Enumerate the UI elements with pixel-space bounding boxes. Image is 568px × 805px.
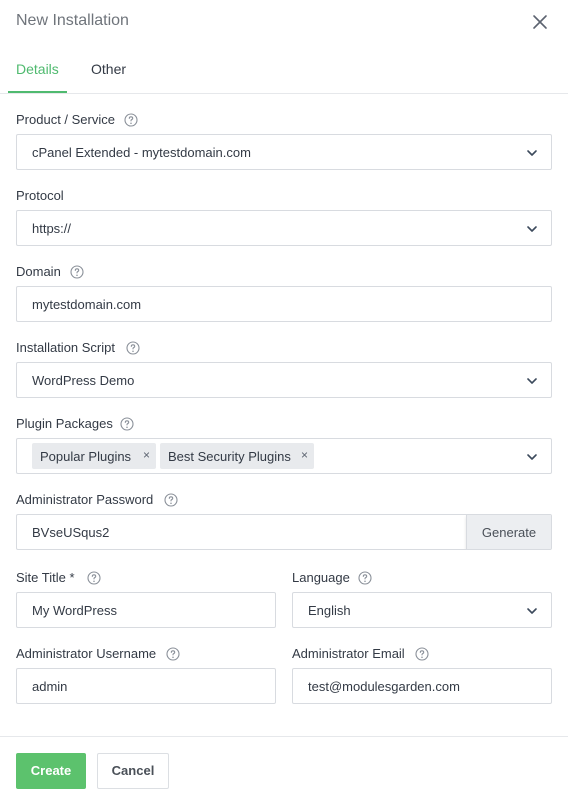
protocol-value: https:// — [32, 221, 72, 236]
help-icon[interactable] — [87, 571, 101, 585]
domain-value: mytestdomain.com — [32, 297, 142, 312]
installation-script-label: Installation Script — [16, 340, 115, 355]
tab-details[interactable]: Details — [16, 61, 59, 77]
admin-password-value: BVseUSqus2 — [32, 525, 110, 540]
installation-script-select[interactable]: WordPress Demo — [16, 362, 552, 398]
admin-password-input[interactable]: BVseUSqus2 Generate — [16, 514, 552, 550]
admin-email-input[interactable]: test@modulesgarden.com — [292, 668, 552, 704]
remove-tag-icon[interactable]: × — [143, 448, 150, 462]
language-label: Language — [292, 570, 350, 585]
remove-tag-icon[interactable]: × — [301, 448, 308, 462]
product-service-value: cPanel Extended - mytestdomain.com — [32, 145, 251, 160]
active-tab-indicator — [8, 91, 67, 93]
footer-divider — [0, 736, 568, 737]
protocol-select[interactable]: https:// — [16, 210, 552, 246]
help-icon[interactable] — [124, 113, 138, 127]
plugin-tag-label: Best Security Plugins — [168, 449, 291, 464]
help-icon[interactable] — [126, 341, 140, 355]
help-icon[interactable] — [415, 647, 429, 661]
generate-password-button[interactable]: Generate — [466, 515, 551, 549]
help-icon[interactable] — [166, 647, 180, 661]
modal-header: New Installation — [0, 0, 568, 44]
admin-username-input[interactable]: admin — [16, 668, 276, 704]
help-icon[interactable] — [164, 493, 178, 507]
product-service-label: Product / Service — [16, 112, 115, 127]
plugin-tag: Best Security Plugins × — [160, 443, 314, 469]
admin-email-value: test@modulesgarden.com — [308, 679, 460, 694]
site-title-label: Site Title * — [16, 570, 75, 585]
admin-username-label: Administrator Username — [16, 646, 157, 661]
tab-other[interactable]: Other — [91, 61, 126, 77]
chevron-down-icon — [527, 378, 537, 384]
chevron-down-icon — [527, 454, 537, 460]
chevron-down-icon — [527, 608, 537, 614]
language-select[interactable]: English — [292, 592, 552, 628]
help-icon[interactable] — [70, 265, 84, 279]
domain-input[interactable]: mytestdomain.com — [16, 286, 552, 322]
new-installation-modal: New Installation Details Other Product /… — [0, 0, 568, 805]
chevron-down-icon — [527, 226, 537, 232]
plugin-packages-multiselect[interactable]: Popular Plugins × Best Security Plugins … — [16, 438, 552, 474]
cancel-button[interactable]: Cancel — [97, 753, 169, 789]
create-button[interactable]: Create — [16, 753, 86, 789]
installation-script-value: WordPress Demo — [32, 373, 135, 388]
plugin-tag: Popular Plugins × — [32, 443, 156, 469]
close-icon[interactable] — [530, 12, 550, 32]
product-service-select[interactable]: cPanel Extended - mytestdomain.com — [16, 134, 552, 170]
help-icon[interactable] — [120, 417, 134, 431]
domain-label: Domain — [16, 264, 61, 279]
site-title-input[interactable]: My WordPress — [16, 592, 276, 628]
protocol-label: Protocol — [16, 188, 64, 203]
admin-password-label: Administrator Password — [16, 492, 154, 507]
chevron-down-icon — [527, 150, 537, 156]
language-value: English — [308, 603, 351, 618]
admin-email-label: Administrator Email — [292, 646, 405, 661]
help-icon[interactable] — [358, 571, 372, 585]
site-title-value: My WordPress — [32, 603, 117, 618]
tab-bar: Details Other — [0, 44, 568, 94]
admin-username-value: admin — [32, 679, 68, 694]
modal-title: New Installation — [16, 12, 129, 29]
plugin-tag-label: Popular Plugins — [40, 449, 132, 464]
plugin-packages-label: Plugin Packages — [16, 416, 113, 431]
